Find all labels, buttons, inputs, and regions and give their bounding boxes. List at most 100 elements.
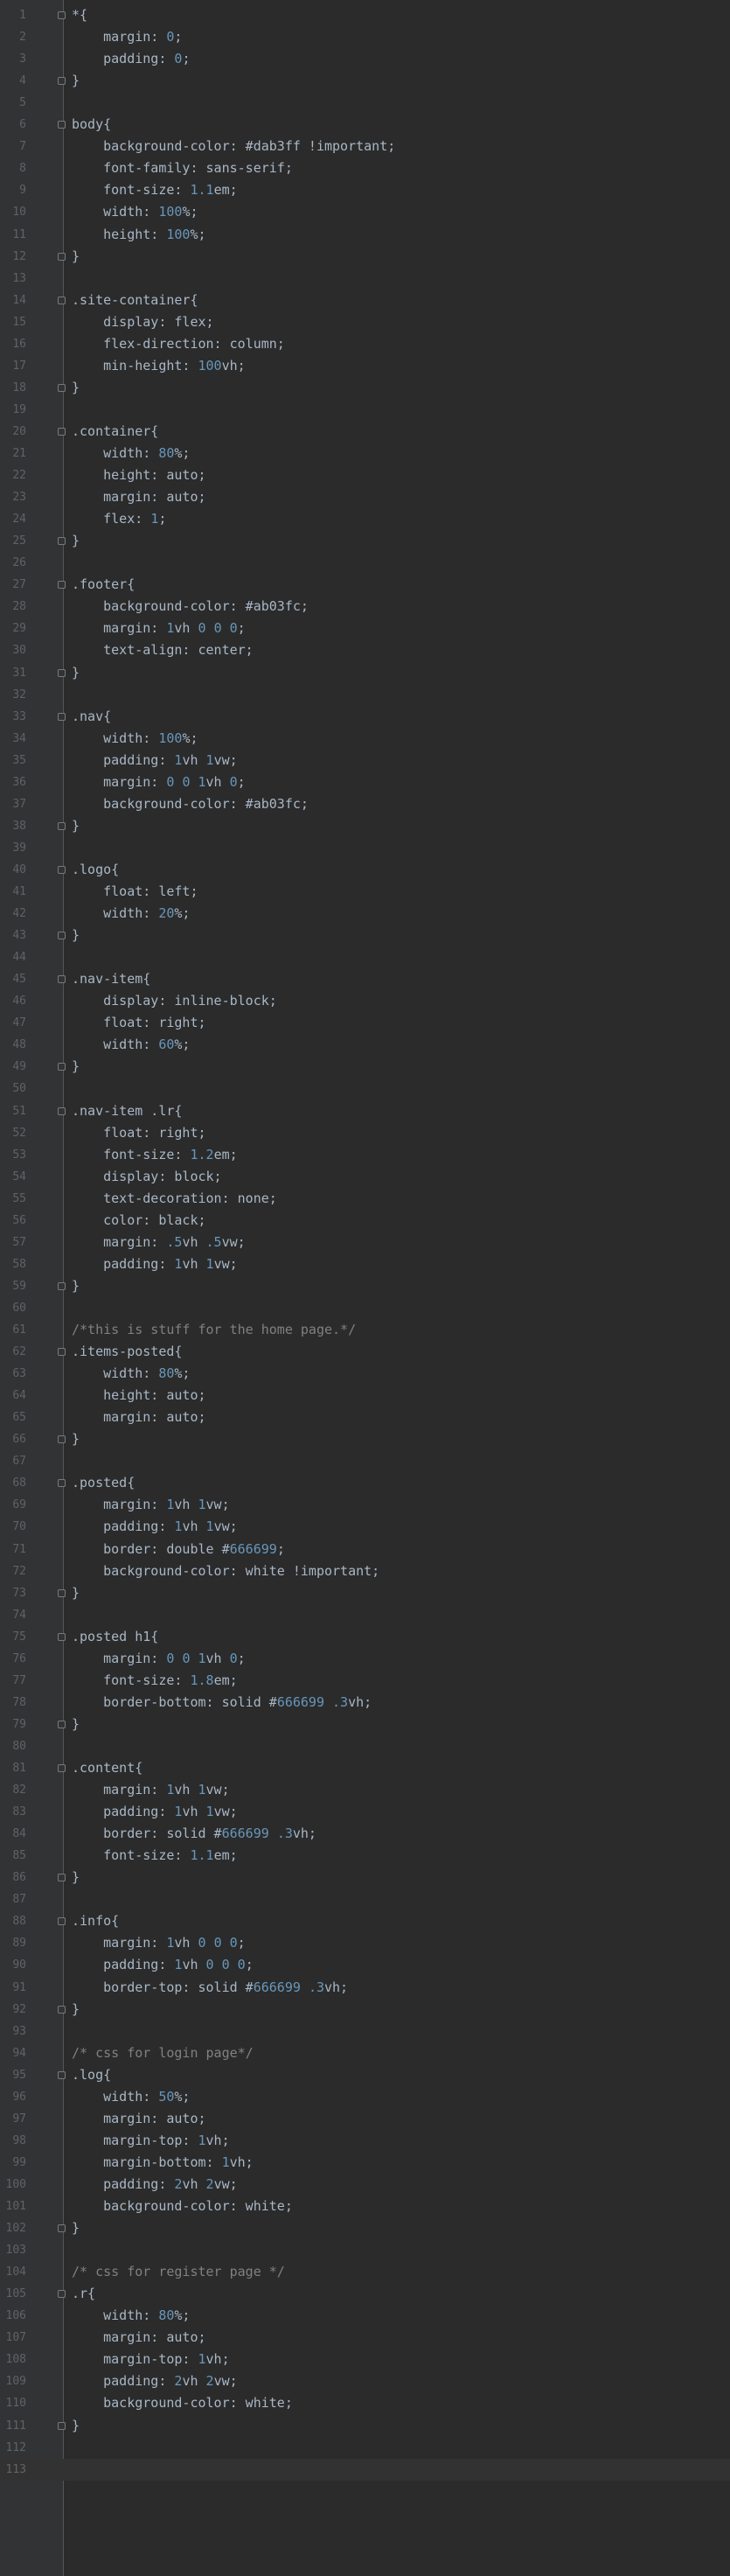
- fold-marker-icon[interactable]: [58, 932, 66, 940]
- fold-marker-icon[interactable]: [58, 1720, 66, 1728]
- code-line[interactable]: 5: [0, 92, 730, 114]
- fold-marker-icon[interactable]: [58, 1435, 66, 1444]
- code-line[interactable]: 55 text-decoration: none;: [0, 1188, 730, 1210]
- code-line[interactable]: 62 .items-posted{: [0, 1341, 730, 1363]
- code-line[interactable]: 111}: [0, 2415, 730, 2437]
- code-line[interactable]: 73}: [0, 1582, 730, 1604]
- fold-marker-icon[interactable]: [58, 121, 66, 129]
- fold-marker-icon[interactable]: [58, 2290, 66, 2299]
- code-line[interactable]: 97 margin: auto;: [0, 2108, 730, 2130]
- fold-marker-icon[interactable]: [58, 1106, 66, 1115]
- code-line[interactable]: 44: [0, 946, 730, 968]
- code-line[interactable]: 91 border-top: solid #666699 .3vh;: [0, 1977, 730, 1999]
- fold-marker-icon[interactable]: [58, 2005, 66, 2014]
- code-line[interactable]: 80: [0, 1735, 730, 1757]
- fold-marker-icon[interactable]: [58, 77, 66, 86]
- code-line[interactable]: 57 margin: .5vh .5vw;: [0, 1232, 730, 1253]
- code-line[interactable]: 93: [0, 2021, 730, 2042]
- code-line[interactable]: 67: [0, 1450, 730, 1472]
- code-line[interactable]: 54 display: block;: [0, 1166, 730, 1188]
- fold-marker-icon[interactable]: [58, 252, 66, 261]
- code-line[interactable]: 100 padding: 2vh 2vw;: [0, 2174, 730, 2196]
- fold-marker-icon[interactable]: [58, 537, 66, 546]
- code-line[interactable]: 69 margin: 1vh 1vw;: [0, 1494, 730, 1516]
- code-line[interactable]: 13: [0, 268, 730, 290]
- code-line[interactable]: 77 font-size: 1.8em;: [0, 1670, 730, 1692]
- code-line[interactable]: 40 .logo{: [0, 859, 730, 881]
- code-line[interactable]: 19: [0, 399, 730, 421]
- code-line[interactable]: 65 margin: auto;: [0, 1407, 730, 1428]
- code-line[interactable]: 30 text-align: center;: [0, 639, 730, 661]
- code-line[interactable]: 61 /*this is stuff for the home page.*/: [0, 1319, 730, 1341]
- fold-marker-icon[interactable]: [58, 2224, 66, 2233]
- code-line[interactable]: 76 margin: 0 0 1vh 0;: [0, 1648, 730, 1670]
- fold-marker-icon[interactable]: [58, 668, 66, 677]
- code-line[interactable]: 23 margin: auto;: [0, 486, 730, 508]
- code-line[interactable]: 86}: [0, 1867, 730, 1888]
- code-line[interactable]: 112: [0, 2437, 730, 2459]
- code-line[interactable]: 102}: [0, 2217, 730, 2239]
- code-line[interactable]: 66}: [0, 1428, 730, 1450]
- code-line[interactable]: 28 background-color: #ab03fc;: [0, 596, 730, 618]
- code-line[interactable]: 74: [0, 1604, 730, 1626]
- code-line[interactable]: 31}: [0, 662, 730, 684]
- code-line[interactable]: 78 border-bottom: solid #666699 .3vh;: [0, 1692, 730, 1714]
- code-line[interactable]: 27 .footer{: [0, 574, 730, 596]
- code-line[interactable]: 42 width: 20%;: [0, 903, 730, 925]
- code-line[interactable]: 9 font-size: 1.1em;: [0, 179, 730, 201]
- code-line[interactable]: 81 .content{: [0, 1757, 730, 1779]
- fold-marker-icon[interactable]: [58, 1917, 66, 1926]
- code-line[interactable]: 14 .site-container{: [0, 290, 730, 311]
- code-line[interactable]: 8 font-family: sans-serif;: [0, 157, 730, 179]
- code-line[interactable]: 83 padding: 1vh 1vw;: [0, 1801, 730, 1823]
- fold-marker-icon[interactable]: [58, 865, 66, 874]
- code-line[interactable]: 38}: [0, 815, 730, 837]
- fold-marker-icon[interactable]: [58, 1632, 66, 1641]
- code-line[interactable]: 7 background-color: #dab3ff !important;: [0, 136, 730, 157]
- code-line[interactable]: 64 height: auto;: [0, 1385, 730, 1407]
- code-line[interactable]: 25}: [0, 530, 730, 552]
- code-line[interactable]: 107 margin: auto;: [0, 2327, 730, 2349]
- code-line[interactable]: 3 padding: 0;: [0, 48, 730, 70]
- code-line[interactable]: 101 background-color: white;: [0, 2196, 730, 2217]
- code-line[interactable]: 60: [0, 1297, 730, 1319]
- code-line[interactable]: 36 margin: 0 0 1vh 0;: [0, 771, 730, 793]
- fold-marker-icon[interactable]: [58, 581, 66, 590]
- code-line[interactable]: 20 .container{: [0, 421, 730, 443]
- code-line[interactable]: 95 .log{: [0, 2064, 730, 2086]
- code-line[interactable]: 37 background-color: #ab03fc;: [0, 793, 730, 815]
- code-line[interactable]: 96 width: 50%;: [0, 2086, 730, 2108]
- code-line[interactable]: 10 width: 100%;: [0, 201, 730, 223]
- code-line[interactable]: 88 .info{: [0, 1910, 730, 1932]
- fold-marker-icon[interactable]: [58, 11, 66, 19]
- code-line[interactable]: 48 width: 60%;: [0, 1034, 730, 1056]
- code-line[interactable]: 26: [0, 552, 730, 574]
- code-line[interactable]: 98 margin-top: 1vh;: [0, 2130, 730, 2152]
- code-line[interactable]: 56 color: black;: [0, 1210, 730, 1232]
- fold-marker-icon[interactable]: [58, 2070, 66, 2079]
- code-line[interactable]: 75 .posted h1{: [0, 1626, 730, 1648]
- code-line[interactable]: 50: [0, 1078, 730, 1100]
- code-line[interactable]: 39: [0, 837, 730, 859]
- code-line[interactable]: 24 flex: 1;: [0, 508, 730, 530]
- code-line[interactable]: 105 .r{: [0, 2283, 730, 2305]
- code-editor[interactable]: 1 *{2 margin: 0; 3 padding: 0; 4} 5 6 body{7 b…: [0, 0, 730, 2576]
- code-line[interactable]: 58 padding: 1vh 1vw;: [0, 1253, 730, 1275]
- code-line[interactable]: 90 padding: 1vh 0 0 0;: [0, 1954, 730, 1976]
- code-line[interactable]: 104 /* css for register page */: [0, 2261, 730, 2283]
- code-line[interactable]: 2 margin: 0;: [0, 26, 730, 48]
- fold-marker-icon[interactable]: [58, 1063, 66, 1072]
- code-line[interactable]: 59}: [0, 1275, 730, 1297]
- code-line[interactable]: 84 border: solid #666699 .3vh;: [0, 1823, 730, 1845]
- code-line[interactable]: 47 float: right;: [0, 1012, 730, 1034]
- code-line[interactable]: 63 width: 80%;: [0, 1363, 730, 1385]
- code-line[interactable]: 12}: [0, 246, 730, 268]
- code-line[interactable]: 51 .nav-item .lr{: [0, 1100, 730, 1122]
- code-line[interactable]: 15 display: flex;: [0, 311, 730, 333]
- code-line[interactable]: 92}: [0, 1999, 730, 2021]
- code-line[interactable]: 85 font-size: 1.1em;: [0, 1845, 730, 1867]
- fold-marker-icon[interactable]: [58, 1588, 66, 1597]
- code-line[interactable]: 68 .posted{: [0, 1472, 730, 1494]
- fold-marker-icon[interactable]: [58, 296, 66, 304]
- code-line[interactable]: 110 background-color: white;: [0, 2392, 730, 2414]
